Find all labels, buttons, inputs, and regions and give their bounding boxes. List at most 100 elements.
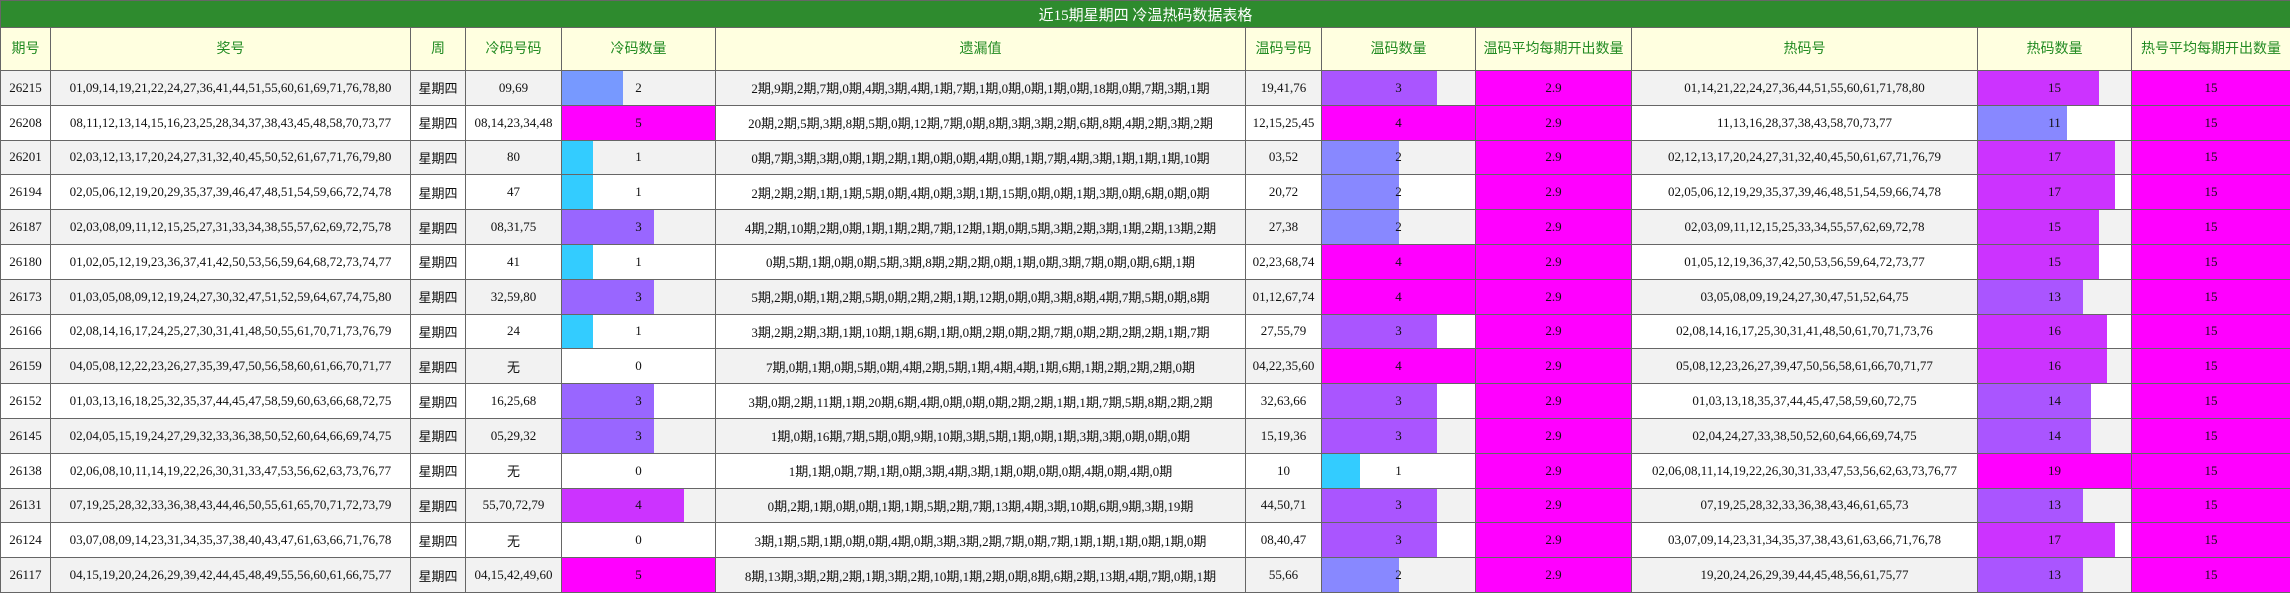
hot-avg-cell: 15 [2130, 243, 2290, 280]
issue-cell: 26138 [0, 452, 51, 489]
week-cell: 星期四 [410, 383, 466, 419]
miss-values-cell: 0期,5期,1期,0期,0期,5期,3期,8期,2期,2期,0期,1期,0期,3… [715, 243, 1246, 280]
cold-count-cell-value: 1 [635, 253, 642, 269]
warm-count-cell-bar [1322, 454, 1361, 488]
hot-count-cell: 17 [1977, 174, 2132, 211]
warm-count-cell-bar [1322, 523, 1437, 557]
cold-count-cell: 1 [561, 313, 716, 350]
warm-count-cell-value: 4 [1395, 288, 1402, 304]
cold-count-cell-value: 2 [635, 79, 642, 95]
week-cell: 星期四 [410, 243, 466, 280]
hot-numbers-cell: 03,05,08,09,19,24,27,30,47,51,52,64,75 [1631, 278, 1978, 315]
table-row: 26194 02,05,06,12,19,20,29,35,37,39,46,47… [0, 174, 2290, 211]
hot-numbers-cell: 02,04,24,27,33,38,50,52,60,64,66,69,74,7… [1631, 417, 1978, 454]
warm-numbers-cell: 27,55,79 [1245, 313, 1322, 350]
issue-cell: 26173 [0, 278, 51, 315]
warm-count-cell-value: 2 [1395, 219, 1402, 235]
issue-cell: 26152 [0, 383, 51, 419]
cold-numbers-cell: 08,14,23,34,48 [465, 104, 562, 141]
warm-count-cell-bar [1322, 141, 1399, 174]
warm-count-cell-value: 4 [1395, 253, 1402, 269]
hot-numbers-cell: 19,20,24,26,29,39,44,45,48,56,61,75,77 [1631, 557, 1978, 593]
warm-avg-cell: 2.9 [1475, 417, 1632, 454]
cold-count-cell-value: 3 [635, 427, 642, 443]
hot-avg-cell: 15 [2130, 383, 2290, 419]
numbers-cell: 02,06,08,10,11,14,19,22,26,30,31,33,47,5… [50, 452, 411, 489]
warm-count-cell: 2 [1321, 209, 1476, 245]
week-cell: 星期四 [410, 104, 466, 141]
numbers-cell: 02,05,06,12,19,20,29,35,37,39,46,47,48,5… [50, 174, 411, 211]
warm-count-cell: 2 [1321, 557, 1476, 593]
cold-count-cell-bar [562, 71, 624, 105]
warm-count-cell: 2 [1321, 139, 1476, 176]
warm-count-cell-value: 3 [1395, 323, 1402, 339]
hot-avg-cell: 15 [2130, 104, 2290, 141]
cold-numbers-cell: 80 [465, 139, 562, 176]
numbers-cell: 07,19,25,28,32,33,36,38,43,44,46,50,55,6… [50, 487, 411, 524]
week-cell: 星期四 [410, 522, 466, 559]
warm-avg-cell: 2.9 [1475, 313, 1632, 350]
warm-numbers-cell: 10 [1245, 452, 1322, 489]
warm-count-cell: 4 [1321, 104, 1476, 141]
hot-avg-cell: 15 [2130, 417, 2290, 454]
table-row: 26145 02,04,05,15,19,24,27,29,32,33,36,38… [0, 417, 2290, 454]
cold-warm-hot-table: 近15期星期四 冷温热码数据表格 期号 奖号 周 冷码号码 冷码数量 遗漏值 温… [0, 0, 2290, 593]
table-row: 26180 01,02,05,12,19,23,36,37,41,42,50,53… [0, 243, 2290, 280]
miss-values-cell: 0期,2期,1期,0期,0期,1期,1期,5期,2期,7期,13期,4期,3期,… [715, 487, 1246, 524]
week-cell: 星期四 [410, 139, 466, 176]
header-hot: 热码号 [1631, 27, 1978, 71]
hot-avg-cell: 15 [2130, 70, 2290, 106]
warm-count-cell: 2 [1321, 174, 1476, 211]
hot-count-cell-bar [1978, 315, 2107, 348]
hot-avg-cell: 15 [2130, 557, 2290, 593]
warm-count-cell-value: 1 [1395, 462, 1402, 478]
cold-count-cell-value: 3 [635, 393, 642, 409]
hot-numbers-cell: 11,13,16,28,37,38,43,58,70,73,77 [1631, 104, 1978, 141]
hot-count-cell: 14 [1977, 417, 2132, 454]
warm-numbers-cell: 55,66 [1245, 557, 1322, 593]
table-row: 26124 03,07,08,09,14,23,31,34,35,37,38,40… [0, 522, 2290, 559]
hot-count-cell-bar [1978, 210, 2099, 244]
warm-avg-cell: 2.9 [1475, 522, 1632, 559]
header-week: 周 [410, 27, 466, 71]
cold-numbers-cell: 55,70,72,79 [465, 487, 562, 524]
hot-numbers-cell: 02,05,06,12,19,29,35,37,39,46,48,51,54,5… [1631, 174, 1978, 211]
warm-count-cell-value: 4 [1395, 358, 1402, 374]
hot-count-cell: 16 [1977, 348, 2132, 385]
warm-avg-cell: 2.9 [1475, 557, 1632, 593]
cold-numbers-cell: 04,15,42,49,60 [465, 557, 562, 593]
warm-count-cell-bar [1322, 489, 1437, 522]
header-cold-count: 冷码数量 [561, 27, 716, 71]
week-cell: 星期四 [410, 452, 466, 489]
hot-avg-cell: 15 [2130, 139, 2290, 176]
numbers-cell: 01,02,05,12,19,23,36,37,41,42,50,53,56,5… [50, 243, 411, 280]
table-row: 26152 01,03,13,16,18,25,32,35,37,44,45,47… [0, 383, 2290, 419]
warm-count-cell-value: 3 [1395, 393, 1402, 409]
warm-numbers-cell: 27,38 [1245, 209, 1322, 245]
miss-values-cell: 3期,0期,2期,11期,1期,20期,6期,4期,0期,0期,0期,2期,2期… [715, 383, 1246, 419]
header-cold: 冷码号码 [465, 27, 562, 71]
hot-count-cell-value: 17 [2048, 149, 2061, 165]
cold-count-cell-value: 5 [635, 114, 642, 130]
cold-count-cell: 5 [561, 104, 716, 141]
warm-numbers-cell: 20,72 [1245, 174, 1322, 211]
cold-numbers-cell: 24 [465, 313, 562, 350]
header-warm-avg: 温码平均每期开出数量 [1475, 27, 1632, 71]
cold-count-cell: 1 [561, 174, 716, 211]
header-warm: 温码号码 [1245, 27, 1322, 71]
warm-numbers-cell: 32,63,66 [1245, 383, 1322, 419]
hot-count-cell: 13 [1977, 557, 2132, 593]
week-cell: 星期四 [410, 174, 466, 211]
hot-count-cell: 15 [1977, 70, 2132, 106]
warm-count-cell-value: 2 [1395, 184, 1402, 200]
table-row: 26187 02,03,08,09,11,12,15,25,27,31,33,34… [0, 209, 2290, 245]
cold-numbers-cell: 无 [465, 348, 562, 385]
week-cell: 星期四 [410, 348, 466, 385]
hot-avg-cell: 15 [2130, 209, 2290, 245]
hot-count-cell: 17 [1977, 522, 2132, 559]
cold-count-cell-value: 0 [635, 358, 642, 374]
cold-numbers-cell: 41 [465, 243, 562, 280]
issue-cell: 26124 [0, 522, 51, 559]
hot-numbers-cell: 01,03,13,18,35,37,44,45,47,58,59,60,72,7… [1631, 383, 1978, 419]
warm-avg-cell: 2.9 [1475, 104, 1632, 141]
